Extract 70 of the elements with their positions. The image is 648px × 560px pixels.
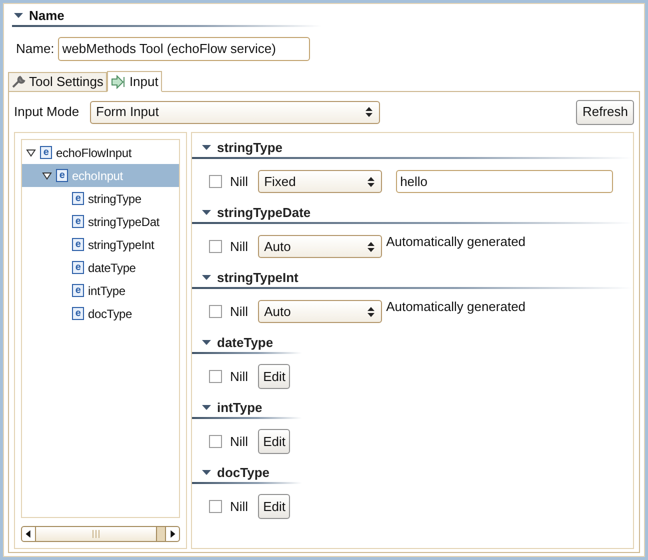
- element-badge: e: [72, 192, 84, 205]
- section-title: dateType: [217, 334, 274, 352]
- checkbox-label: Nill: [230, 238, 248, 256]
- checkbox[interactable]: [209, 175, 222, 188]
- collapse-arrow-icon[interactable]: [202, 470, 211, 476]
- checkbox-label: Nill: [230, 432, 248, 451]
- edit-button[interactable]: Edit: [258, 429, 290, 454]
- tree-item[interactable]: e stringType: [22, 187, 179, 210]
- wrench-icon: [12, 75, 26, 89]
- tree-item[interactable]: e dateType: [22, 256, 179, 279]
- tree-item[interactable]: e echoFlowInput: [22, 141, 179, 164]
- element-badge: e: [72, 284, 84, 297]
- name-field[interactable]: webMethods Tool (echoFlow service): [58, 37, 310, 61]
- element-badge: e: [72, 261, 84, 274]
- scroll-thumb[interactable]: [36, 527, 157, 541]
- expand-triangle-icon[interactable]: [26, 148, 36, 156]
- collapse-arrow-icon[interactable]: [202, 405, 211, 411]
- horizontal-scrollbar[interactable]: [21, 526, 180, 542]
- section-title: stringTypeInt: [217, 269, 298, 288]
- section-title: intType: [217, 399, 262, 418]
- element-badge: e: [72, 215, 84, 228]
- section-title: Name: [29, 7, 64, 26]
- dropdown-select[interactable]: Auto: [258, 300, 382, 323]
- checkbox-label: Nill: [230, 368, 248, 386]
- edit-button[interactable]: Edit: [258, 494, 290, 519]
- checkbox[interactable]: [209, 240, 222, 253]
- tree-item[interactable]: e stringTypeInt: [22, 233, 179, 256]
- element-badge: e: [56, 169, 68, 182]
- note-text: Automatically generated: [386, 235, 526, 249]
- section-title: stringType: [217, 139, 282, 158]
- checkbox[interactable]: [209, 305, 222, 318]
- name-label: Name:: [16, 40, 54, 58]
- edit-button[interactable]: Edit: [258, 364, 290, 389]
- collapse-arrow-icon[interactable]: [202, 210, 211, 216]
- spinner-arrows-icon: [367, 176, 376, 188]
- tree-item[interactable]: e docType: [22, 302, 179, 325]
- checkbox[interactable]: [209, 370, 222, 383]
- tree-item[interactable]: e stringTypeDat: [22, 210, 179, 233]
- spinner-arrows-icon: [367, 240, 376, 252]
- collapse-arrow-icon[interactable]: [202, 145, 211, 151]
- tab[interactable]: Input: [107, 71, 162, 92]
- section-title: stringTypeDate: [217, 204, 311, 222]
- tree-item[interactable]: e echoInput: [22, 164, 179, 187]
- refresh-button[interactable]: Refresh: [576, 100, 634, 124]
- tree-item[interactable]: e intType: [22, 279, 179, 302]
- arrow-icon: [111, 74, 126, 88]
- element-badge: e: [72, 307, 84, 320]
- element-badge: e: [72, 238, 84, 251]
- collapse-arrow-icon[interactable]: [14, 13, 23, 19]
- grip-icon: [92, 530, 100, 538]
- collapse-arrow-icon[interactable]: [202, 340, 211, 346]
- checkbox-label: Nill: [230, 172, 248, 191]
- scroll-track[interactable]: [157, 527, 165, 541]
- dropdown-select[interactable]: Fixed: [258, 170, 382, 193]
- note-text: Automatically generated: [386, 300, 526, 314]
- text-field[interactable]: hello: [396, 170, 613, 193]
- collapse-arrow-icon[interactable]: [202, 275, 211, 281]
- dropdown-select[interactable]: Form Input: [90, 100, 380, 124]
- checkbox[interactable]: [209, 435, 222, 448]
- section-title: docType: [217, 464, 270, 482]
- tab[interactable]: Tool Settings: [8, 72, 108, 92]
- element-badge: e: [40, 146, 52, 159]
- checkbox-label: Nill: [230, 498, 248, 516]
- dropdown-select[interactable]: Auto: [258, 235, 382, 258]
- checkbox[interactable]: [209, 500, 222, 513]
- expand-triangle-icon[interactable]: [42, 172, 52, 180]
- spinner-arrows-icon: [367, 306, 376, 318]
- checkbox-label: Nill: [230, 302, 248, 321]
- input-mode-label: Input Mode: [14, 103, 80, 122]
- spinner-arrows-icon: [365, 106, 373, 118]
